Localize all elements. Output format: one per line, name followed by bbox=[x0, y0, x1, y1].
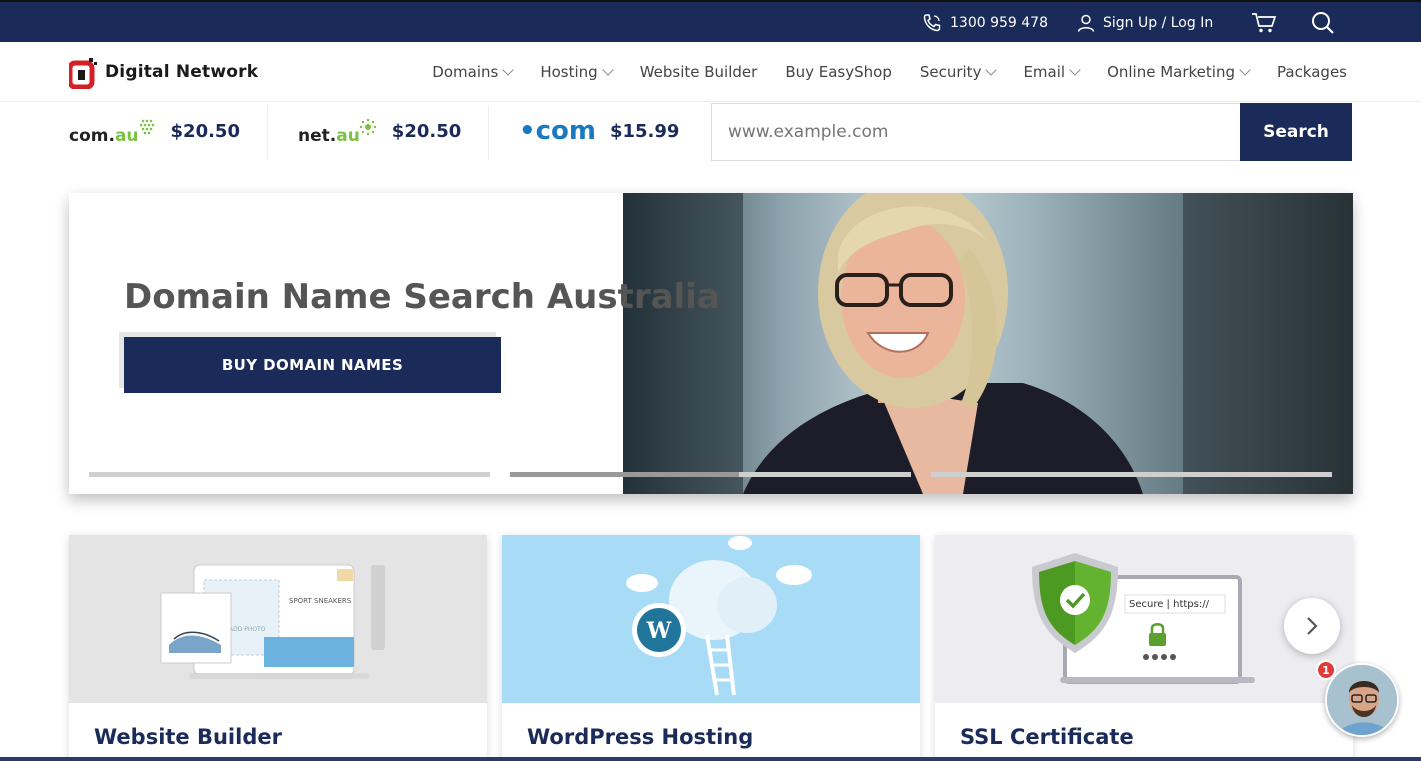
logo-icon bbox=[67, 57, 99, 90]
slide-progress-3[interactable] bbox=[931, 472, 1332, 477]
cart-icon bbox=[1251, 12, 1277, 34]
smiling-woman-image bbox=[623, 193, 1353, 494]
tld-name: net. au bbox=[298, 117, 378, 146]
nav-label: Packages bbox=[1277, 63, 1347, 81]
main-header: Digital Network Domains Hosting Website … bbox=[0, 42, 1421, 102]
card-image-subtext: ADD PHOTO bbox=[229, 626, 266, 633]
au-dots-icon bbox=[139, 119, 154, 134]
main-nav: Domains Hosting Website Builder Buy Easy… bbox=[432, 42, 1347, 102]
card-title: Website Builder bbox=[94, 725, 282, 749]
nav-security[interactable]: Security bbox=[919, 63, 998, 81]
card-ssl-certificate[interactable]: Secure | https:// SSL Certificate bbox=[935, 535, 1353, 761]
phone-number: 1300 959 478 bbox=[950, 15, 1048, 31]
tld-suffix: au bbox=[336, 125, 360, 146]
divider bbox=[488, 106, 489, 160]
tld-suffix: au bbox=[114, 125, 139, 146]
tld-price: $20.50 bbox=[391, 120, 462, 142]
nav-domains[interactable]: Domains bbox=[432, 63, 514, 81]
notification-badge: 1 bbox=[1316, 660, 1336, 680]
chevron-down-icon bbox=[1239, 64, 1251, 76]
slide-progress-2[interactable] bbox=[510, 472, 911, 477]
card-title: SSL Certificate bbox=[960, 725, 1134, 749]
nav-label: Website Builder bbox=[639, 63, 758, 81]
card-image: SPORT SNEAKERS ADD PHOTO bbox=[69, 535, 487, 703]
tld-price: $20.50 bbox=[170, 120, 240, 142]
nav-hosting[interactable]: Hosting bbox=[540, 63, 614, 81]
au-star-icon bbox=[359, 118, 376, 135]
buy-domain-names-button[interactable]: BUY DOMAIN NAMES bbox=[124, 337, 501, 393]
phone-link[interactable]: 1300 959 478 bbox=[922, 2, 1048, 44]
card-wordpress-hosting[interactable]: W WordPress Hosting bbox=[502, 535, 920, 761]
tld-prefix: com. bbox=[69, 125, 115, 146]
logo[interactable]: Digital Network bbox=[67, 54, 259, 90]
card-title: WordPress Hosting bbox=[527, 725, 754, 749]
ssl-url-text: Secure | https:// bbox=[1129, 599, 1210, 610]
user-icon bbox=[1077, 14, 1095, 32]
carousel-next-button[interactable] bbox=[1284, 598, 1340, 654]
nav-email[interactable]: Email bbox=[1023, 63, 1081, 81]
wordpress-cloud-illustration: W bbox=[626, 536, 812, 696]
nav-website-builder[interactable]: Website Builder bbox=[640, 63, 758, 81]
slide-progress-1[interactable] bbox=[89, 472, 490, 477]
nav-label: Security bbox=[919, 63, 982, 81]
card-website-builder[interactable]: SPORT SNEAKERS ADD PHOTO Website Builder bbox=[69, 535, 487, 761]
chevron-down-icon bbox=[1069, 64, 1081, 76]
search-button-top[interactable] bbox=[1311, 2, 1335, 44]
top-bar: 1300 959 478 Sign Up / Log In bbox=[0, 0, 1421, 42]
nav-label: Hosting bbox=[540, 63, 598, 81]
nav-packages[interactable]: Packages bbox=[1277, 63, 1347, 81]
chevron-right-icon bbox=[1307, 617, 1318, 635]
tld-price: $15.99 bbox=[609, 120, 680, 142]
card-image: W bbox=[502, 535, 920, 703]
nav-label: Buy EasyShop bbox=[785, 63, 892, 81]
chevron-down-icon bbox=[985, 64, 998, 76]
account-link[interactable]: Sign Up / Log In bbox=[1077, 2, 1213, 44]
phone-icon bbox=[922, 13, 942, 33]
domain-search-input[interactable] bbox=[711, 103, 1241, 161]
hero-title: Domain Name Search Australia bbox=[124, 277, 720, 317]
tld-net-au[interactable]: net. au $20.50 bbox=[298, 102, 461, 160]
website-builder-illustration: SPORT SNEAKERS ADD PHOTO bbox=[160, 564, 385, 679]
logo-text: Digital Network bbox=[105, 62, 259, 82]
divider bbox=[267, 106, 268, 160]
search-icon bbox=[1311, 11, 1335, 35]
nav-label: Email bbox=[1023, 63, 1066, 81]
wordpress-icon: W bbox=[646, 618, 672, 644]
chevron-down-icon bbox=[502, 64, 514, 76]
tld-name: •com bbox=[519, 116, 596, 146]
account-label: Sign Up / Log In bbox=[1103, 15, 1214, 31]
chat-widget[interactable] bbox=[1325, 663, 1399, 737]
chat-agent-avatar bbox=[1327, 665, 1397, 735]
tld-name: com. au bbox=[69, 117, 157, 146]
progress-fill bbox=[510, 472, 739, 477]
nav-buy-easyshop[interactable]: Buy EasyShop bbox=[785, 63, 892, 81]
hero-photo bbox=[623, 193, 1353, 494]
cart-button[interactable] bbox=[1251, 2, 1277, 44]
hero-banner: Domain Name Search Australia BUY DOMAIN … bbox=[69, 193, 1353, 494]
nav-online-marketing[interactable]: Online Marketing bbox=[1107, 63, 1251, 81]
bottom-edge bbox=[0, 757, 1421, 761]
card-image-text: SPORT SNEAKERS bbox=[289, 597, 352, 605]
tld-com-au[interactable]: com. au $20.50 bbox=[69, 102, 240, 160]
tld-prefix: net. bbox=[298, 125, 337, 146]
domain-search-button[interactable]: Search bbox=[1240, 103, 1352, 161]
tld-com[interactable]: •com $15.99 bbox=[519, 102, 679, 160]
nav-label: Domains bbox=[432, 63, 499, 81]
chevron-down-icon bbox=[602, 64, 614, 76]
nav-label: Online Marketing bbox=[1107, 63, 1235, 81]
